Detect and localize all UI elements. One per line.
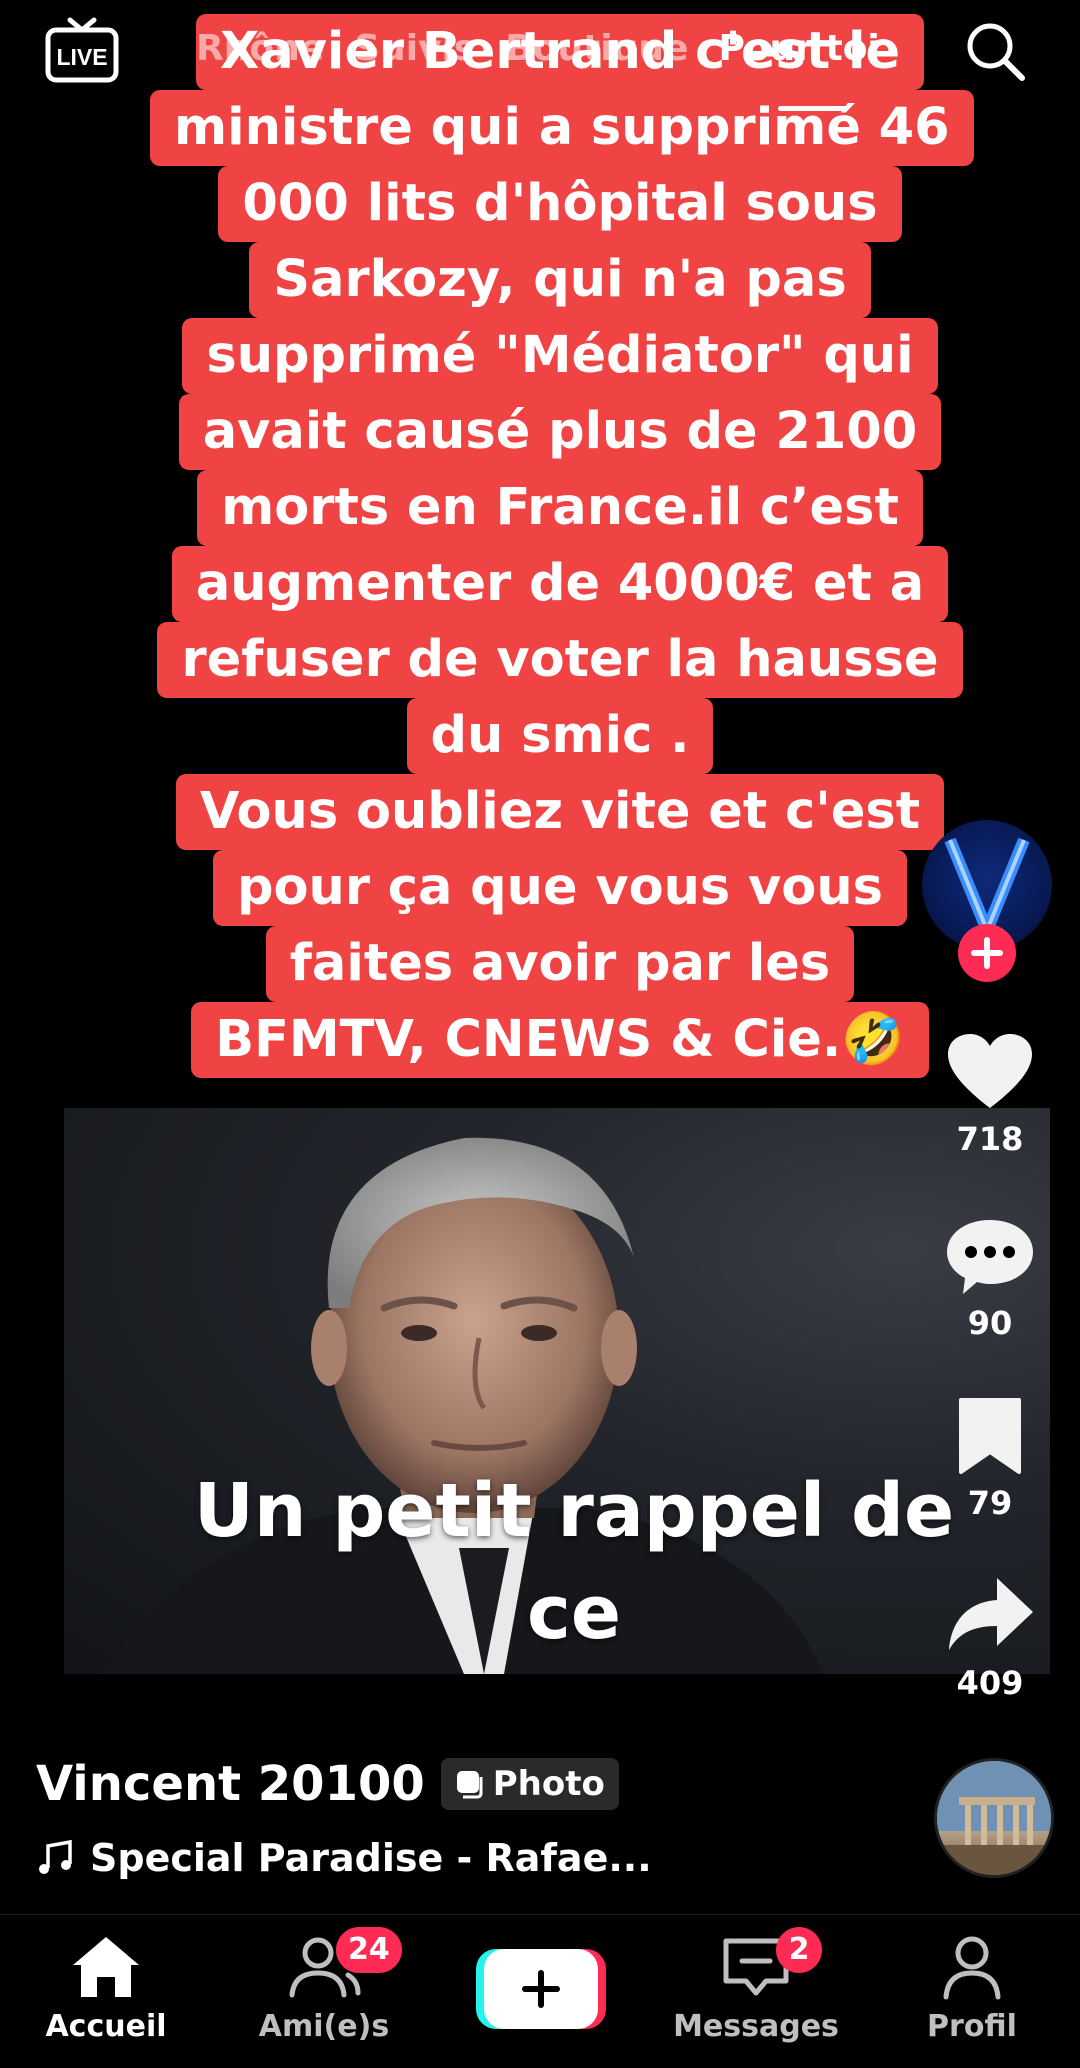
like-count: 718 [956, 1120, 1024, 1158]
plus-icon [476, 1949, 606, 2029]
tab-region[interactable]: Rhône [196, 28, 324, 69]
messages-badge: 2 [776, 1927, 822, 1973]
nav-home-label: Accueil [45, 2009, 167, 2044]
photo-caption: Un petit rappel de ce monsieur? [174, 1460, 974, 1674]
author-username[interactable]: Vincent 20100 [36, 1756, 425, 1812]
profile-icon [943, 1936, 1001, 2000]
top-bar: LIVE Rhône Suivis Boutique Pour toi [0, 0, 1080, 111]
svg-text:LIVE: LIVE [56, 44, 107, 70]
sound-disc[interactable] [934, 1758, 1054, 1878]
caption-line: morts en France.il c’est [197, 470, 923, 546]
nav-profile-label: Profil [927, 2009, 1017, 2044]
friends-badge: 24 [336, 1927, 402, 1973]
photo-caption-line: monsieur? [174, 1664, 974, 1674]
caption-line: Vous oubliez vite et c'est [175, 774, 945, 850]
caption-line: avait causé plus de 2100 [178, 394, 942, 470]
nav-friends-label: Ami(e)s [258, 2009, 390, 2044]
photo-badge-label: Photo [492, 1764, 605, 1804]
active-tab-indicator [778, 106, 848, 111]
caption-line: Sarkozy, qui n'a pas [249, 242, 871, 318]
comment-button[interactable]: 90 [920, 1216, 1060, 1342]
follow-button[interactable] [958, 924, 1016, 982]
bottom-navigation: Accueil Ami(e)s 24 Messages 2 Profil [0, 1914, 1080, 2068]
photo-badge: Photo [440, 1758, 619, 1810]
like-button[interactable]: 718 [920, 1032, 1060, 1158]
music-row[interactable]: Special Paradise - Rafae... [36, 1836, 652, 1880]
tab-for-you[interactable]: Pour toi [718, 28, 879, 69]
post-caption-overlay: Xavier Bertrand c'est le ministre qui a … [150, 0, 974, 1078]
photo-mode-icon [456, 1771, 483, 1799]
caption-line: supprimé "Médiator" qui [182, 318, 938, 394]
caption-line: du smic . [406, 698, 714, 774]
comment-icon [947, 1220, 1033, 1294]
tab-following[interactable]: Suivis [354, 28, 475, 69]
photo-caption-line: Un petit rappel de ce [193, 1468, 955, 1656]
music-title: Special Paradise - Rafae... [90, 1836, 652, 1880]
nav-profile[interactable]: Profil [872, 1933, 1072, 2044]
nav-home[interactable]: Accueil [6, 1933, 206, 2044]
caption-line: refuser de voter la hausse [157, 622, 963, 698]
music-note-icon [39, 1839, 72, 1874]
tab-shop[interactable]: Boutique [505, 28, 688, 69]
caption-line: pour ça que vous vous [213, 850, 907, 926]
caption-line: BFMTV, CNEWS & Cie.🤣 [191, 1002, 929, 1078]
caption-line: 000 lits d'hôpital sous [218, 166, 902, 242]
caption-line: faites avoir par les [265, 926, 855, 1002]
nav-messages-label: Messages [673, 2009, 839, 2044]
home-icon [73, 1937, 139, 1997]
create-button[interactable] [476, 1947, 606, 2031]
feed-tabs: Rhône Suivis Boutique Pour toi [196, 28, 880, 69]
share-button[interactable]: 409 [920, 1572, 1060, 1702]
search-icon[interactable] [962, 18, 1030, 86]
save-button[interactable]: 79 [920, 1396, 1060, 1522]
live-icon[interactable]: LIVE [44, 14, 120, 86]
nav-messages[interactable]: Messages 2 [656, 1927, 856, 2044]
save-count: 79 [967, 1484, 1013, 1522]
share-icon [949, 1578, 1033, 1650]
post-author-row: Vincent 20100 Photo [36, 1756, 619, 1812]
comment-count: 90 [967, 1304, 1013, 1342]
caption-line: augmenter de 4000€ et a [171, 546, 949, 622]
heart-icon [948, 1034, 1032, 1108]
share-count: 409 [956, 1664, 1024, 1702]
nav-friends[interactable]: Ami(e)s 24 [224, 1927, 424, 2044]
post-photo[interactable]: Un petit rappel de ce monsieur? [64, 1108, 1050, 1674]
bookmark-icon [959, 1398, 1021, 1474]
